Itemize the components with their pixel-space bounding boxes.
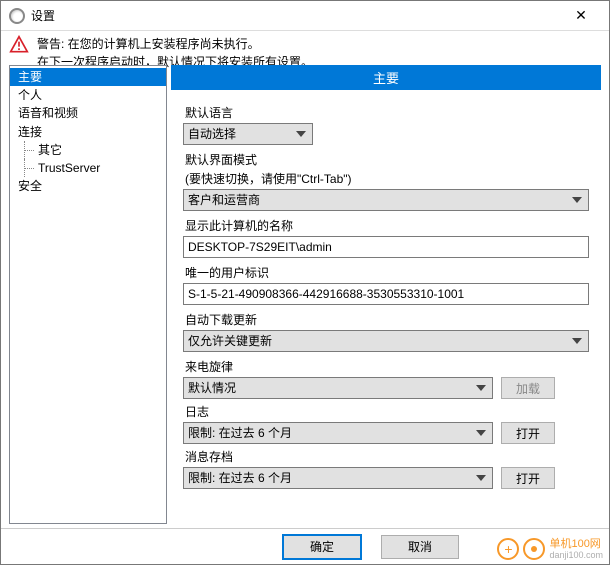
watermark-brand: 单机100网	[549, 538, 603, 550]
ok-button[interactable]: 确定	[283, 535, 361, 559]
section-header: 主要	[171, 65, 601, 90]
warning-line1: 警告: 在您的计算机上安装程序尚未执行。	[37, 35, 313, 53]
input-computer-name[interactable]	[183, 236, 589, 258]
nav-item-audio-video[interactable]: 语音和视频	[10, 104, 166, 122]
watermark: 单机100网 danji100.com	[497, 538, 603, 560]
nav-item-security[interactable]: 安全	[10, 177, 166, 195]
button-open-msg-archive[interactable]: 打开	[501, 467, 555, 489]
label-log: 日志	[185, 403, 589, 420]
titlebar: 设置 ✕	[1, 1, 609, 31]
nav-item-personal[interactable]: 个人	[10, 86, 166, 104]
nav-item-connection[interactable]: 连接	[10, 123, 166, 141]
button-load-ringtone[interactable]: 加载	[501, 377, 555, 399]
nav-item-main[interactable]: 主要	[10, 68, 166, 86]
cancel-button[interactable]: 取消	[381, 535, 459, 559]
nav-item-trustserver[interactable]: TrustServer	[10, 159, 166, 177]
watermark-url: danji100.com	[549, 550, 603, 560]
label-computer-name: 显示此计算机的名称	[185, 217, 589, 234]
window-title: 设置	[31, 7, 561, 24]
hint-ui-mode: (要快速切换，请使用"Ctrl-Tab")	[185, 170, 589, 187]
close-button[interactable]: ✕	[561, 2, 601, 30]
input-user-id[interactable]	[183, 283, 589, 305]
select-default-language[interactable]: 自动选择	[183, 123, 313, 145]
select-ringtone[interactable]: 默认情况	[183, 377, 493, 399]
label-ringtone: 来电旋律	[185, 358, 589, 375]
label-auto-update: 自动下载更新	[185, 311, 589, 328]
select-log[interactable]: 限制: 在过去 6 个月	[183, 422, 493, 444]
content-panel: 主要 默认语言 自动选择 默认界面模式 (要快速切换，请使用"Ctrl-Tab"…	[171, 65, 601, 524]
label-user-id: 唯一的用户标识	[185, 264, 589, 281]
nav-item-other[interactable]: 其它	[10, 141, 166, 159]
watermark-icon-dot	[523, 538, 545, 560]
app-icon	[9, 8, 25, 24]
label-msg-archive: 消息存档	[185, 448, 589, 465]
select-ui-mode[interactable]: 客户和运营商	[183, 189, 589, 211]
watermark-icon-plus	[497, 538, 519, 560]
nav-tree[interactable]: 主要 个人 语音和视频 连接 其它 TrustServer 安全	[9, 65, 167, 524]
select-auto-update[interactable]: 仅允许关键更新	[183, 330, 589, 352]
warning-icon	[9, 35, 29, 58]
label-ui-mode: 默认界面模式	[185, 151, 589, 168]
label-default-language: 默认语言	[185, 104, 589, 121]
button-open-log[interactable]: 打开	[501, 422, 555, 444]
select-msg-archive[interactable]: 限制: 在过去 6 个月	[183, 467, 493, 489]
